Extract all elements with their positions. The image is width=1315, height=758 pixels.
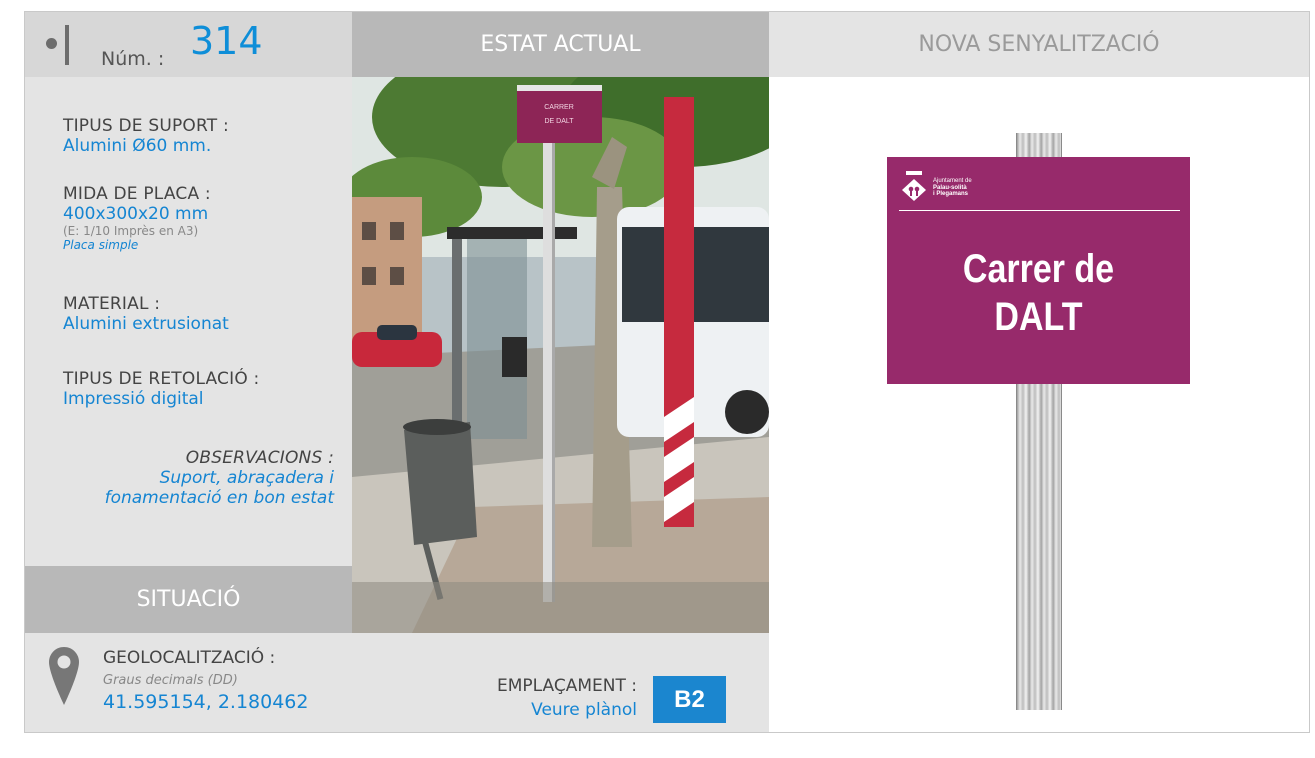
lettering-label: TIPUS DE RETOLACIÓ : <box>63 369 260 389</box>
geolocation-label: GEOLOCALITZACIÓ : <box>103 648 276 668</box>
number-header: Núm. : 314 <box>25 12 352 77</box>
plate-size-field: MIDA DE PLACA : 400x300x20 mm (E: 1/10 I… <box>63 184 211 252</box>
geolocation-format: Graus decimals (DD) <box>103 673 238 688</box>
current-state-photo: s CARRER DE DALT <box>352 77 769 633</box>
photo-sign-line-1: CARRER <box>544 104 574 111</box>
material-field: MATERIAL : Alumini extrusionat <box>63 294 229 334</box>
observations-line-2: fonamentació en bon estat <box>104 488 334 508</box>
lettering-field: TIPUS DE RETOLACIÓ : Impressió digital <box>63 369 259 409</box>
divider-bar <box>65 25 69 65</box>
sign-text-line-2: DALT <box>994 295 1083 339</box>
number-label: Núm. : <box>101 48 165 70</box>
location-pin-icon <box>49 647 79 705</box>
placement-link[interactable]: Veure plànol <box>531 700 637 720</box>
observations-field: OBSERVACIONS : Suport, abraçadera i fona… <box>105 448 334 508</box>
sign-divider <box>899 210 1180 211</box>
sign-org-line-1: Ajuntament de <box>933 178 972 184</box>
number-value: 314 <box>190 19 263 63</box>
placement-label: EMPLAÇAMENT : <box>497 676 637 696</box>
new-signage-header: NOVA SENYALITZACIÓ <box>769 12 1309 77</box>
support-type-label: TIPUS DE SUPORT : <box>63 116 229 136</box>
observations-line-1: Suport, abraçadera i <box>159 468 334 488</box>
street-photo: s CARRER DE DALT <box>352 77 769 633</box>
geolocation-value: 41.595154, 2.180462 <box>103 691 309 713</box>
current-state-header: ESTAT ACTUAL <box>352 12 769 77</box>
plate-type-note: Placa simple <box>63 238 139 252</box>
sign-organization: Ajuntament de Palau-solità i Plegamans <box>933 178 972 198</box>
sign-text-line-1: Carrer de <box>962 247 1115 291</box>
plate-size-value: 400x300x20 mm <box>63 204 209 224</box>
sign-org-line-3: i Plegamans <box>933 191 969 197</box>
support-type-field: TIPUS DE SUPORT : Alumini Ø60 mm. <box>63 116 229 156</box>
support-type-value: Alumini Ø60 mm. <box>63 136 212 156</box>
lettering-value: Impressió digital <box>63 389 204 409</box>
specs-panel: Núm. : 314 TIPUS DE SUPORT : Alumini Ø60… <box>25 12 352 566</box>
location-panel: GEOLOCALITZACIÓ : Graus decimals (DD) 41… <box>25 633 769 732</box>
sign-street-name: Carrer de DALT <box>910 245 1168 341</box>
town-crest-icon <box>902 171 926 201</box>
material-value: Alumini extrusionat <box>63 314 229 334</box>
plate-size-label: MIDA DE PLACA : <box>63 184 211 204</box>
plate-scale-note: (E: 1/10 Imprès en A3) <box>63 224 199 238</box>
placement-code-badge: B2 <box>653 676 726 723</box>
signage-sheet: Núm. : 314 TIPUS DE SUPORT : Alumini Ø60… <box>24 11 1310 733</box>
new-street-sign: Ajuntament de Palau-solità i Plegamans C… <box>887 157 1190 384</box>
observations-label: OBSERVACIONS : <box>185 448 334 468</box>
location-header: SITUACIÓ <box>25 566 352 633</box>
photo-sign-line-2: DE DALT <box>544 118 574 125</box>
material-label: MATERIAL : <box>63 294 161 314</box>
bullet-icon <box>46 38 57 49</box>
